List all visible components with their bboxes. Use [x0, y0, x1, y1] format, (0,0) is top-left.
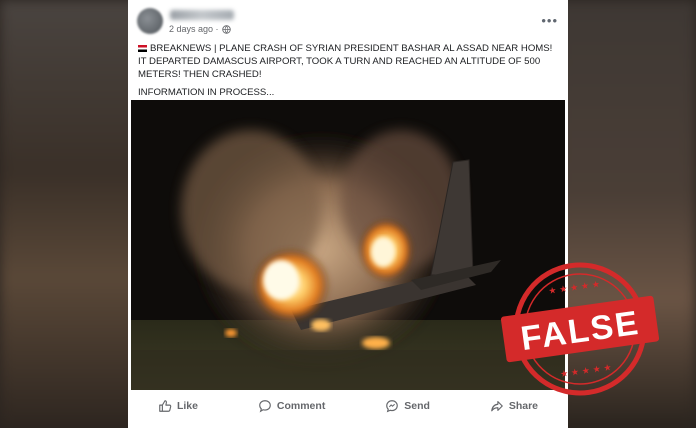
syria-flag-icon: [138, 45, 147, 52]
more-icon[interactable]: •••: [541, 13, 558, 28]
avatar[interactable]: [137, 8, 163, 34]
post-line-2: INFORMATION IN PROCESS...: [138, 87, 275, 98]
like-button[interactable]: Like: [158, 399, 198, 413]
author-name-blurred[interactable]: [170, 10, 234, 20]
like-label: Like: [176, 400, 198, 412]
comment-icon: [259, 400, 271, 413]
globe-icon: [221, 24, 231, 34]
false-stamp: ★ ★ ★ ★ ★ ★ ★ ★ ★ ★ FALSE: [500, 262, 660, 396]
post-header: 2 days ago · •••: [128, 0, 568, 40]
background-left-blur: [0, 0, 140, 428]
post-text: BREAKNEWS | PLANE CRASH OF SYRIAN PRESID…: [138, 42, 558, 81]
send-button[interactable]: Send: [385, 399, 430, 413]
svg-text:★ ★ ★ ★ ★: ★ ★ ★ ★ ★: [548, 280, 601, 297]
send-icon: [386, 400, 399, 413]
like-icon: [159, 400, 172, 412]
post-line-1: BREAKNEWS | PLANE CRASH OF SYRIAN PRESID…: [138, 43, 553, 80]
comment-label: Comment: [276, 400, 326, 412]
post-timestamp[interactable]: 2 days ago ·: [169, 24, 219, 34]
send-label: Send: [404, 400, 430, 412]
post-meta: 2 days ago ·: [169, 24, 231, 34]
comment-button[interactable]: Comment: [258, 399, 325, 413]
